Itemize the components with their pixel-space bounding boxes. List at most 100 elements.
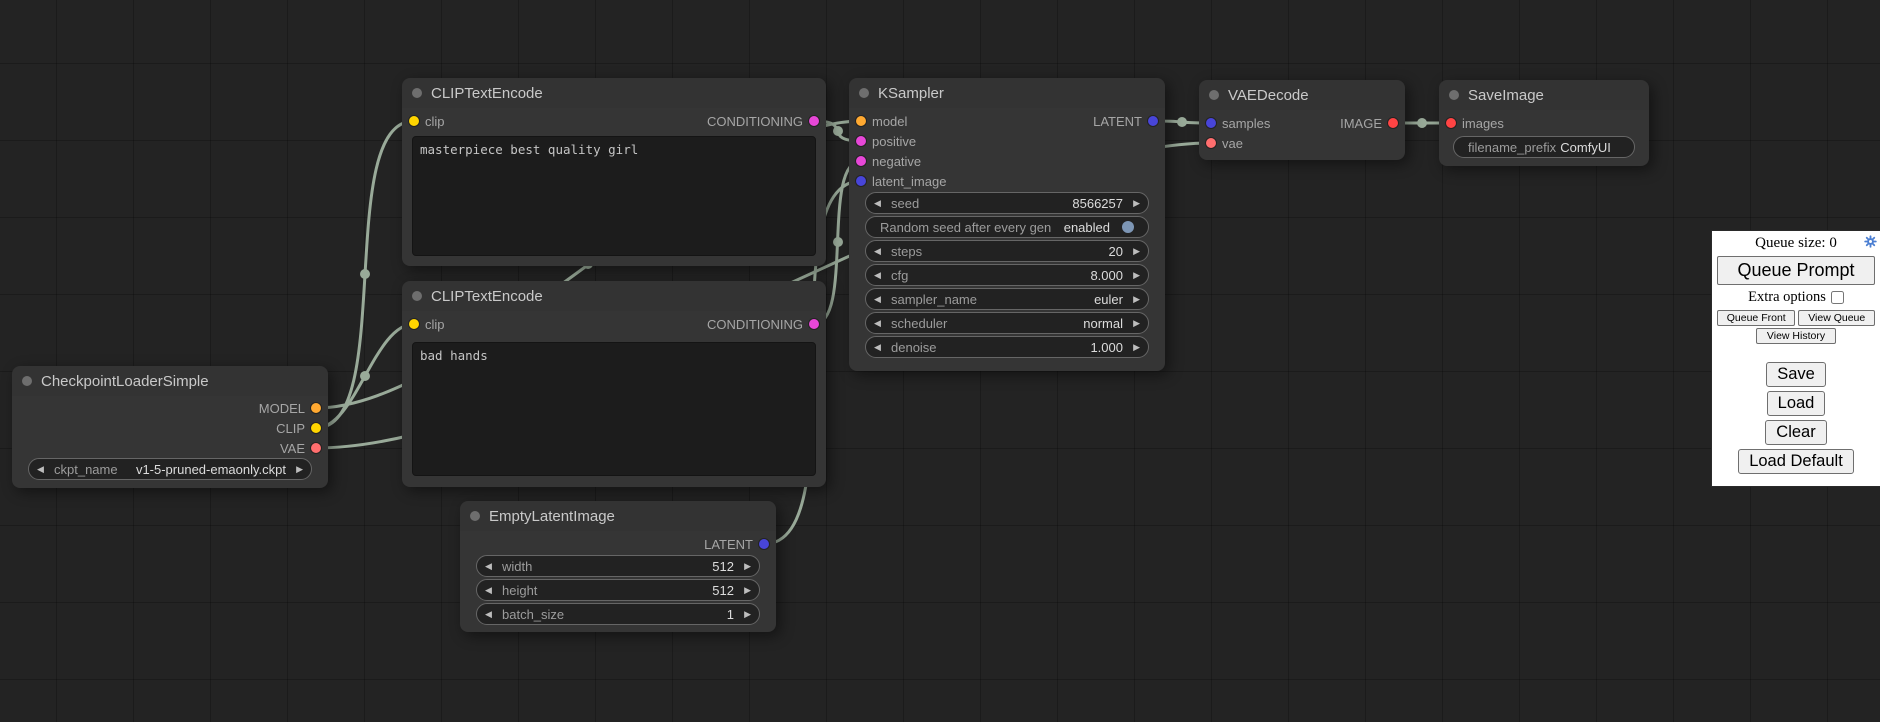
graph-canvas[interactable]: CheckpointLoaderSimple MODEL CLIP VAE ◀ … xyxy=(0,0,1880,722)
image-input-dot[interactable] xyxy=(1446,118,1456,128)
widget-label: cfg xyxy=(891,268,908,283)
clip-input-dot[interactable] xyxy=(409,319,419,329)
widget-value: v1-5-pruned-emaonly.ckpt xyxy=(118,462,286,477)
latent-output-dot[interactable] xyxy=(1148,116,1158,126)
widget-seed[interactable]: ◀ seed 8566257 ▶ xyxy=(865,192,1149,214)
node-title-bar[interactable]: CheckpointLoaderSimple xyxy=(12,366,328,396)
widget-cfg[interactable]: ◀ cfg 8.000 ▶ xyxy=(865,264,1149,286)
slot-label: images xyxy=(1462,116,1504,131)
latent-input-dot[interactable] xyxy=(1206,118,1216,128)
node-checkpoint-loader-simple[interactable]: CheckpointLoaderSimple MODEL CLIP VAE ◀ … xyxy=(12,366,328,488)
model-output-dot[interactable] xyxy=(311,403,321,413)
link-midpoint-dot xyxy=(833,237,843,247)
decrement-arrow-icon[interactable]: ◀ xyxy=(874,343,886,352)
link-midpoint-dot xyxy=(833,126,843,136)
decrement-arrow-icon[interactable]: ◀ xyxy=(37,465,49,474)
increment-arrow-icon[interactable]: ▶ xyxy=(1128,319,1140,328)
node-title-bar[interactable]: CLIPTextEncode xyxy=(402,78,826,108)
node-ksampler[interactable]: KSampler model positive negative latent_… xyxy=(849,78,1165,371)
node-title-bar[interactable]: KSampler xyxy=(849,78,1165,108)
decrement-arrow-icon[interactable]: ◀ xyxy=(874,247,886,256)
negative-prompt-textarea[interactable]: bad hands xyxy=(412,342,816,476)
clip-output-dot[interactable] xyxy=(311,423,321,433)
model-input-dot[interactable] xyxy=(856,116,866,126)
widget-scheduler[interactable]: ◀ scheduler normal ▶ xyxy=(865,312,1149,334)
slot-label: clip xyxy=(425,114,445,129)
node-collapse-dot-icon[interactable] xyxy=(412,291,422,301)
conditioning-output-dot[interactable] xyxy=(809,319,819,329)
node-collapse-dot-icon[interactable] xyxy=(22,376,32,386)
node-title-bar[interactable]: EmptyLatentImage xyxy=(460,501,776,531)
clear-button[interactable]: Clear xyxy=(1765,420,1826,445)
node-collapse-dot-icon[interactable] xyxy=(1449,90,1459,100)
image-output-dot[interactable] xyxy=(1388,118,1398,128)
latent-input-dot[interactable] xyxy=(856,176,866,186)
vae-output-dot[interactable] xyxy=(311,443,321,453)
node-vae-decode[interactable]: VAEDecode samples vae IMAGE xyxy=(1199,80,1405,160)
positive-prompt-textarea[interactable]: masterpiece best quality girl xyxy=(412,136,816,256)
output-slot-model: MODEL xyxy=(259,398,321,418)
view-queue-button[interactable]: View Queue xyxy=(1798,310,1875,326)
node-clip-text-encode-negative[interactable]: CLIPTextEncode clip CONDITIONING bad han… xyxy=(402,281,826,487)
node-collapse-dot-icon[interactable] xyxy=(859,88,869,98)
toggle-on-dot[interactable] xyxy=(1122,221,1134,233)
input-slot-latent-image: latent_image xyxy=(856,171,946,191)
increment-arrow-icon[interactable]: ▶ xyxy=(739,562,751,571)
widget-width[interactable]: ◀ width 512 ▶ xyxy=(476,555,760,577)
widget-height[interactable]: ◀ height 512 ▶ xyxy=(476,579,760,601)
decrement-arrow-icon[interactable]: ◀ xyxy=(485,562,497,571)
link-midpoint-dot xyxy=(360,371,370,381)
increment-arrow-icon[interactable]: ▶ xyxy=(291,465,303,474)
node-empty-latent-image[interactable]: EmptyLatentImage LATENT ◀ width 512 ▶ ◀ … xyxy=(460,501,776,632)
queue-size-value: 0 xyxy=(1829,235,1837,251)
node-title-bar[interactable]: VAEDecode xyxy=(1199,80,1405,110)
node-body: clip CONDITIONING bad hands xyxy=(402,311,826,487)
load-default-button[interactable]: Load Default xyxy=(1738,449,1854,474)
widget-filename-prefix[interactable]: filename_prefix ComfyUI xyxy=(1453,136,1635,158)
widget-denoise[interactable]: ◀ denoise 1.000 ▶ xyxy=(865,336,1149,358)
view-history-button[interactable]: View History xyxy=(1756,328,1836,344)
decrement-arrow-icon[interactable]: ◀ xyxy=(874,295,886,304)
node-title: CheckpointLoaderSimple xyxy=(41,373,209,390)
input-slot-vae: vae xyxy=(1206,133,1243,153)
queue-prompt-button[interactable]: Queue Prompt xyxy=(1717,256,1875,285)
decrement-arrow-icon[interactable]: ◀ xyxy=(874,199,886,208)
conditioning-input-dot[interactable] xyxy=(856,136,866,146)
node-title-bar[interactable]: CLIPTextEncode xyxy=(402,281,826,311)
load-button[interactable]: Load xyxy=(1767,391,1826,416)
decrement-arrow-icon[interactable]: ◀ xyxy=(485,610,497,619)
increment-arrow-icon[interactable]: ▶ xyxy=(1128,247,1140,256)
conditioning-output-dot[interactable] xyxy=(809,116,819,126)
latent-output-dot[interactable] xyxy=(759,539,769,549)
increment-arrow-icon[interactable]: ▶ xyxy=(1128,295,1140,304)
increment-arrow-icon[interactable]: ▶ xyxy=(1128,199,1140,208)
save-button[interactable]: Save xyxy=(1766,362,1826,387)
extra-options-checkbox[interactable] xyxy=(1831,291,1844,304)
widget-random-seed-toggle[interactable]: Random seed after every gen enabled xyxy=(865,216,1149,238)
decrement-arrow-icon[interactable]: ◀ xyxy=(485,586,497,595)
node-collapse-dot-icon[interactable] xyxy=(1209,90,1219,100)
slot-label: LATENT xyxy=(1093,114,1142,129)
node-clip-text-encode-positive[interactable]: CLIPTextEncode clip CONDITIONING masterp… xyxy=(402,78,826,266)
settings-gear-icon[interactable] xyxy=(1864,235,1877,248)
node-title-bar[interactable]: SaveImage xyxy=(1439,80,1649,110)
node-save-image[interactable]: SaveImage images filename_prefix ComfyUI xyxy=(1439,80,1649,166)
widget-label: Random seed after every gen xyxy=(880,220,1051,235)
increment-arrow-icon[interactable]: ▶ xyxy=(739,586,751,595)
link-midpoint-dot xyxy=(1417,118,1427,128)
widget-steps[interactable]: ◀ steps 20 ▶ xyxy=(865,240,1149,262)
increment-arrow-icon[interactable]: ▶ xyxy=(1128,343,1140,352)
decrement-arrow-icon[interactable]: ◀ xyxy=(874,271,886,280)
widget-batch-size[interactable]: ◀ batch_size 1 ▶ xyxy=(476,603,760,625)
queue-front-button[interactable]: Queue Front xyxy=(1717,310,1795,326)
decrement-arrow-icon[interactable]: ◀ xyxy=(874,319,886,328)
vae-input-dot[interactable] xyxy=(1206,138,1216,148)
conditioning-input-dot[interactable] xyxy=(856,156,866,166)
widget-sampler-name[interactable]: ◀ sampler_name euler ▶ xyxy=(865,288,1149,310)
clip-input-dot[interactable] xyxy=(409,116,419,126)
increment-arrow-icon[interactable]: ▶ xyxy=(739,610,751,619)
increment-arrow-icon[interactable]: ▶ xyxy=(1128,271,1140,280)
widget-ckpt-name[interactable]: ◀ ckpt_name v1-5-pruned-emaonly.ckpt ▶ xyxy=(28,458,312,480)
node-collapse-dot-icon[interactable] xyxy=(412,88,422,98)
node-collapse-dot-icon[interactable] xyxy=(470,511,480,521)
